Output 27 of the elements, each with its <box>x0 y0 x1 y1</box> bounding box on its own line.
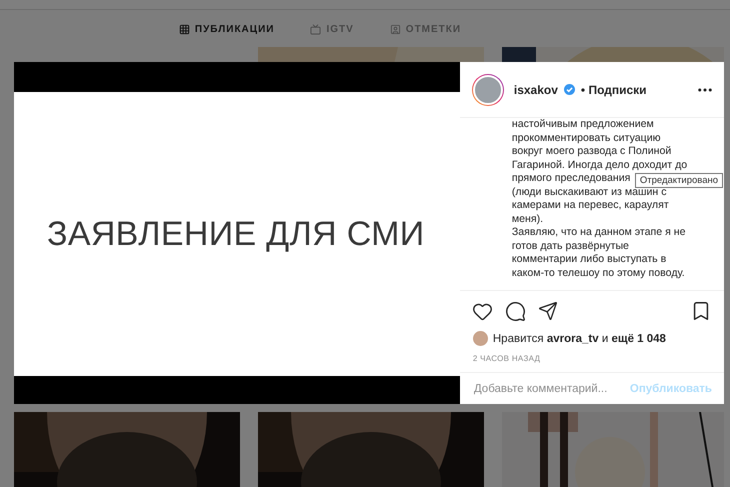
caption-line: прокомментировать ситуацию <box>512 132 661 144</box>
post-time: 2 ЧАСОВ НАЗАД <box>460 346 724 373</box>
like-icon[interactable] <box>472 300 493 322</box>
liker-avatar <box>472 331 488 346</box>
user-square-icon <box>390 24 401 34</box>
caption-line: меня). <box>512 212 544 224</box>
caption-line: Гагариной. Иногда дело доходит до <box>512 158 688 170</box>
profile-tab[interactable]: ПУБЛИКАЦИИ <box>178 17 274 41</box>
caption-line: камерами на перевес, караулят <box>512 199 669 211</box>
comment-icon[interactable] <box>504 300 526 322</box>
caption-line: вокруг моего развода с Полиной <box>512 145 672 157</box>
slide-text: ЗАЯВЛЕНИЕ ДЛЯ СМИ <box>47 214 425 254</box>
caption-line: каком-то телешоу по этому поводу. <box>512 266 685 278</box>
likes-text: Нравится avrora_tv и ещё 1 048 <box>492 332 666 344</box>
caption-line: (люди выскакивают из машин с <box>512 186 666 198</box>
caption-line: комментарии либо выступать в <box>512 253 666 265</box>
grid-icon <box>178 24 190 34</box>
follow-status[interactable]: • Подписки <box>580 82 647 96</box>
tv-icon <box>310 24 322 34</box>
caption-line: настойчивым предложением <box>512 118 654 130</box>
tooltip: Отредактировано <box>634 173 724 188</box>
avatar[interactable] <box>472 74 504 106</box>
caption-line: готов дать развёрнутые <box>512 240 629 252</box>
caption-line: Заявляю, что на данном этапе я не <box>512 226 686 238</box>
share-icon[interactable] <box>538 301 558 321</box>
username[interactable]: isxakov <box>514 82 558 96</box>
caption-line: прямого преследования <box>512 172 630 184</box>
